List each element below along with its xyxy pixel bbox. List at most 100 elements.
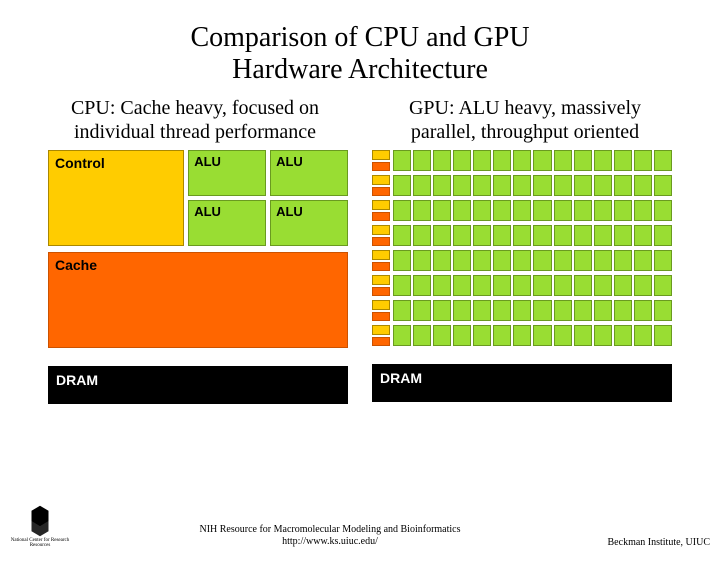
gpu-alu-block [493,300,511,321]
gpu-alu-block [413,225,431,246]
gpu-alu-block [513,150,531,171]
cpu-alu-block: ALU [188,200,266,246]
gpu-alu-block [453,200,471,221]
gpu-alu-block [453,250,471,271]
footer-resource-line2: http://www.ks.uiuc.edu/ [282,536,378,547]
gpu-alu-block [634,175,652,196]
gpu-alu-block [574,225,592,246]
slide-title: Comparison of CPU and GPU Hardware Archi… [0,22,720,86]
gpu-alu-row [393,175,672,196]
gpu-cache-block [372,262,390,272]
gpu-alu-block [453,225,471,246]
gpu-alu-block [433,150,451,171]
gpu-alu-block [614,225,632,246]
footer-resource-line1: NIH Resource for Macromolecular Modeling… [199,524,460,535]
gpu-alu-row [393,325,672,346]
gpu-alu-block [513,175,531,196]
gpu-control-block [372,325,390,335]
gpu-alu-block [614,150,632,171]
gpu-alu-block [513,200,531,221]
cpu-dram-block: DRAM [48,366,348,404]
gpu-alu-block [594,200,612,221]
gpu-alu-block [473,225,491,246]
gpu-row [372,325,672,346]
gpu-alu-block [493,225,511,246]
gpu-alu-block [554,300,572,321]
gpu-alu-block [433,325,451,346]
gpu-alu-block [393,250,411,271]
cpu-diagram: Control ALU ALU ALU ALU Cache DRAM [48,150,348,404]
gpu-alu-block [453,175,471,196]
gpu-alu-block [393,175,411,196]
gpu-alu-block [533,175,551,196]
footer: National Center for Research Resources N… [0,504,720,548]
gpu-alu-block [634,250,652,271]
gpu-diagram: DRAM [372,150,672,404]
gpu-alu-block [533,200,551,221]
gpu-alu-block [393,275,411,296]
gpu-control-cache-stack [372,275,390,296]
gpu-alu-block [413,175,431,196]
gpu-alu-block [493,250,511,271]
cpu-cache-block: Cache [48,252,348,348]
gpu-alu-block [513,275,531,296]
gpu-alu-block [614,250,632,271]
gpu-alu-block [533,225,551,246]
gpu-alu-block [453,150,471,171]
gpu-alu-block [654,175,672,196]
gpu-cache-block [372,337,390,347]
footer-center: NIH Resource for Macromolecular Modeling… [70,524,590,548]
gpu-alu-block [453,275,471,296]
gpu-alu-block [654,200,672,221]
gpu-alu-block [634,275,652,296]
gpu-alu-block [533,300,551,321]
gpu-alu-block [473,250,491,271]
gpu-alu-row [393,225,672,246]
gpu-alu-block [574,200,592,221]
gpu-alu-block [393,225,411,246]
gpu-alu-block [574,275,592,296]
footer-right: Beckman Institute, UIUC [590,537,710,548]
gpu-subtitle: GPU: ALU heavy, massively parallel, thro… [375,96,675,144]
gpu-alu-block [654,150,672,171]
gpu-alu-block [393,325,411,346]
gpu-alu-block [594,150,612,171]
gpu-dram-block: DRAM [372,364,672,402]
gpu-alu-block [594,275,612,296]
gpu-alu-block [393,300,411,321]
gpu-alu-block [594,325,612,346]
gpu-cache-block [372,162,390,172]
gpu-cache-block [372,212,390,222]
gpu-alu-block [654,225,672,246]
gpu-alu-block [634,300,652,321]
gpu-alu-block [574,325,592,346]
gpu-control-cache-stack [372,175,390,196]
gpu-alu-block [433,175,451,196]
gpu-alu-block [634,150,652,171]
gpu-alu-block [473,300,491,321]
cpu-alu-block: ALU [270,150,348,196]
gpu-alu-block [433,250,451,271]
gpu-alu-block [554,325,572,346]
gpu-row [372,275,672,296]
cpu-alu-block: ALU [188,150,266,196]
gpu-alu-block [433,275,451,296]
gpu-alu-block [493,175,511,196]
gpu-control-block [372,200,390,210]
gpu-row [372,225,672,246]
gpu-alu-block [513,300,531,321]
gpu-alu-block [654,300,672,321]
gpu-alu-block [594,300,612,321]
gpu-alu-block [513,250,531,271]
gpu-alu-block [533,275,551,296]
gpu-alu-block [473,200,491,221]
gpu-alu-block [654,325,672,346]
gpu-alu-block [513,325,531,346]
gpu-alu-block [473,175,491,196]
gpu-row [372,175,672,196]
gpu-control-block [372,175,390,185]
gpu-alu-block [654,275,672,296]
gpu-alu-block [554,250,572,271]
cpu-top-row: Control ALU ALU ALU ALU [48,150,348,246]
gpu-alu-block [654,250,672,271]
